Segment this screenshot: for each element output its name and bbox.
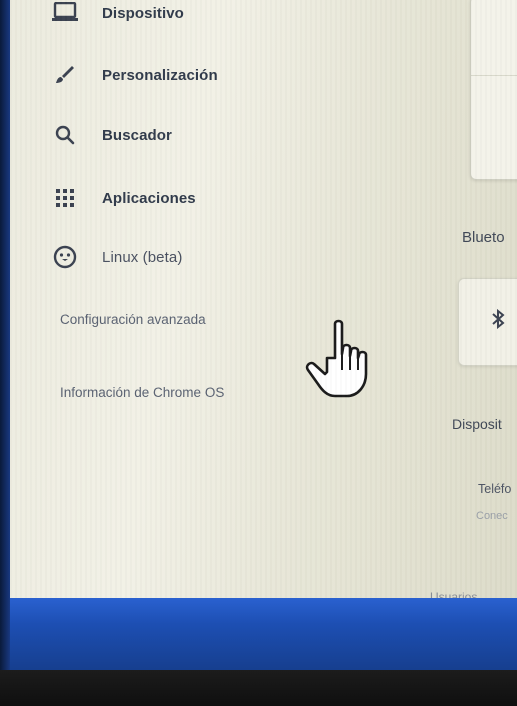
sidebar-item-label: Dispositivo [102,4,184,22]
paintbrush-icon [50,63,80,87]
phone-label[interactable]: Teléfo [478,482,511,496]
search-icon [50,123,80,147]
sidebar-item-linux[interactable]: Linux (beta) [50,242,182,272]
about-chrome-os-link[interactable]: Información de Chrome OS [60,385,224,400]
sidebar-item-label: Linux (beta) [102,248,183,266]
advanced-settings-link[interactable]: Configuración avanzada [60,312,206,327]
monitor-bezel-bottom [0,670,517,706]
phone-status: Conec [476,510,508,522]
apps-grid-icon [50,186,80,210]
settings-sidebar: Dispositivo Personalización Buscador Apl… [10,0,310,600]
sidebar-item-label: Buscador [102,126,172,144]
sidebar-item-label: Aplicaciones [102,189,196,207]
devices-section-title: Disposit [452,416,502,432]
device-card: Añ [470,0,517,180]
sidebar-item-buscador[interactable]: Buscador [50,120,172,150]
bluetooth-card[interactable] [458,278,517,366]
sidebar-item-aplicaciones[interactable]: Aplicaciones [50,183,196,213]
sidebar-item-personalizacion[interactable]: Personalización [50,60,218,90]
settings-main-panel: Añ Blueto Disposit Teléfo Conec Usuarios [430,0,517,600]
sidebar-item-label: Personalización [102,66,218,84]
taskbar-shelf [10,598,517,672]
settings-window: Dispositivo Personalización Buscador Apl… [10,0,517,600]
laptop-icon [50,1,80,25]
sidebar-item-dispositivo[interactable]: Dispositivo [50,0,184,28]
bluetooth-section-title: Blueto [462,229,505,246]
bluetooth-icon [491,308,505,334]
linux-penguin-icon [50,245,80,269]
card-divider [471,75,517,76]
hand-pointer-icon [305,318,385,405]
